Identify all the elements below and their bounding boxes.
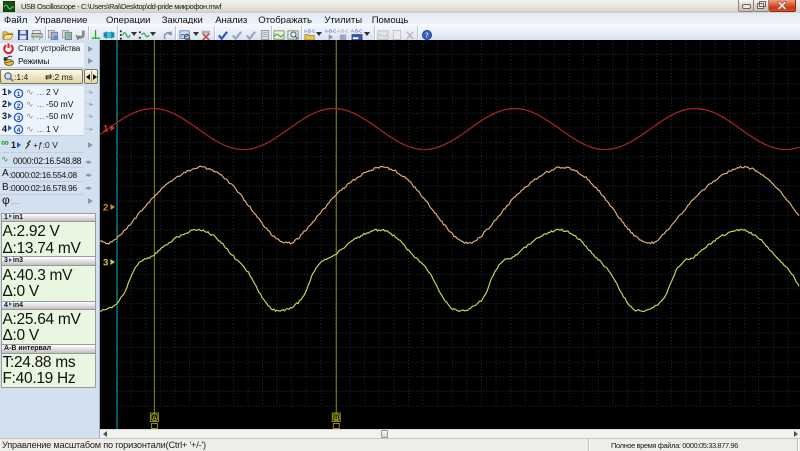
svg-text:1: 1	[103, 124, 109, 135]
svg-text:2: 2	[103, 203, 108, 214]
svg-text:3: 3	[17, 115, 21, 122]
svg-text:A·B·C: A·B·C	[304, 29, 315, 34]
svg-text:2: 2	[17, 103, 21, 110]
svg-text:3: 3	[103, 258, 108, 269]
svg-text:B: B	[334, 415, 339, 422]
svg-text:?: ?	[425, 32, 429, 39]
svg-text:A: A	[152, 415, 157, 422]
svg-text:A·B·C: A·B·C	[351, 29, 362, 34]
svg-text:4: 4	[17, 127, 21, 134]
svg-text:A·B·C: A·B·C	[337, 29, 348, 34]
svg-text:1: 1	[17, 91, 21, 98]
svg-text:A·B·C: A·B·C	[325, 29, 336, 34]
